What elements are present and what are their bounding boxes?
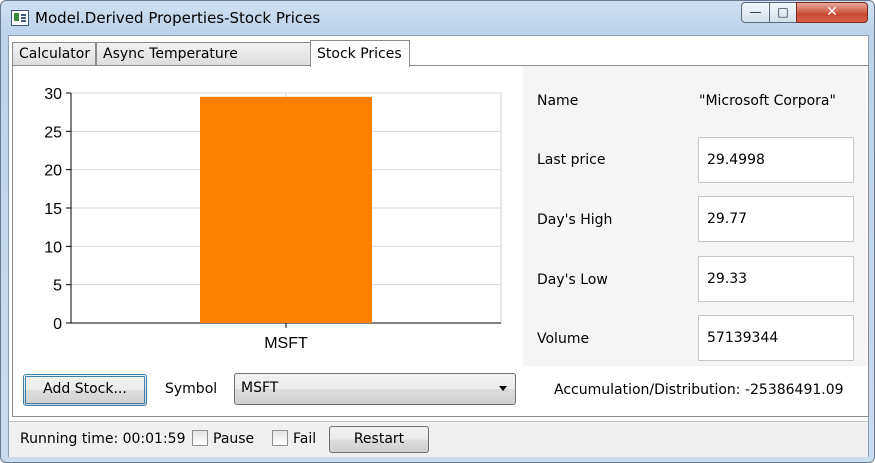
tab-async-temperature-converter[interactable]: Async Temperature Converter — [96, 42, 311, 85]
volume-label: Volume — [537, 331, 590, 347]
y-tick-label: 20 — [44, 163, 62, 180]
last-price-field[interactable]: 29.4998 — [698, 137, 854, 183]
x-tick-label: MSFT — [264, 335, 308, 352]
y-tick-label: 5 — [53, 278, 62, 295]
client-area: Calculator Async Temperature Converter S… — [8, 35, 869, 457]
pause-label: Pause — [213, 431, 255, 447]
stock-prices-panel: 0 5 10 15 20 25 30 MSFT Name "Microsoft Corpora… — [12, 65, 869, 417]
app-window-icon — [11, 10, 29, 26]
minimize-button[interactable]: — — [741, 2, 770, 23]
tab-stock-prices[interactable]: Stock Prices — [310, 40, 410, 67]
accumulation-distribution: Accumulation/Distribution: -25386491.09 — [554, 382, 844, 398]
y-tick-label: 15 — [44, 201, 62, 218]
stock-chart: 0 5 10 15 20 25 30 MSFT — [13, 66, 521, 366]
tab-calculator[interactable]: Calculator — [12, 42, 96, 66]
stock-chart-svg: 0 5 10 15 20 25 30 MSFT — [44, 86, 502, 352]
bar-msft — [200, 96, 372, 323]
symbol-combobox[interactable]: MSFT — [234, 373, 516, 405]
properties-panel: Name "Microsoft Corpora" Last price 29.4… — [523, 66, 867, 366]
days-high-field[interactable]: 29.77 — [698, 196, 854, 242]
days-high-label: Day's High — [537, 212, 613, 228]
y-tick-label: 25 — [44, 124, 62, 141]
running-time: Running time: 00:01:59 — [20, 431, 186, 447]
symbol-label: Symbol — [165, 381, 218, 397]
add-stock-button[interactable]: Add Stock... — [23, 374, 147, 406]
window-title: Model.Derived Properties-Stock Prices — [35, 9, 321, 27]
restart-button[interactable]: Restart — [329, 426, 429, 453]
fail-checkbox[interactable] — [272, 430, 288, 446]
symbol-combobox-value: MSFT — [241, 380, 279, 396]
fail-label: Fail — [293, 431, 317, 447]
chevron-down-icon[interactable] — [499, 386, 507, 391]
title-bar[interactable]: Model.Derived Properties-Stock Prices — … — [1, 1, 874, 35]
close-button[interactable]: ✕ — [796, 2, 868, 23]
days-low-label: Day's Low — [537, 272, 608, 288]
name-label: Name — [537, 93, 579, 109]
y-tick-label: 30 — [44, 86, 62, 103]
y-tick-label: 10 — [44, 239, 62, 256]
caption-buttons: — □ ✕ — [741, 2, 868, 23]
controls-row: Add Stock... Symbol MSFT Accumulation/Di… — [13, 366, 868, 416]
volume-field[interactable]: 57139344 — [698, 315, 854, 361]
status-bar: Running time: 00:01:59 Pause Fail Restar… — [9, 421, 868, 457]
y-tick-label: 0 — [53, 316, 62, 333]
last-price-label: Last price — [537, 152, 606, 168]
name-value: "Microsoft Corpora" — [699, 93, 836, 109]
maximize-button[interactable]: □ — [769, 2, 797, 23]
pause-checkbox[interactable] — [192, 430, 208, 446]
days-low-field[interactable]: 29.33 — [698, 256, 854, 302]
app-window: Model.Derived Properties-Stock Prices — … — [0, 0, 875, 463]
tab-strip: Calculator Async Temperature Converter S… — [12, 40, 867, 85]
